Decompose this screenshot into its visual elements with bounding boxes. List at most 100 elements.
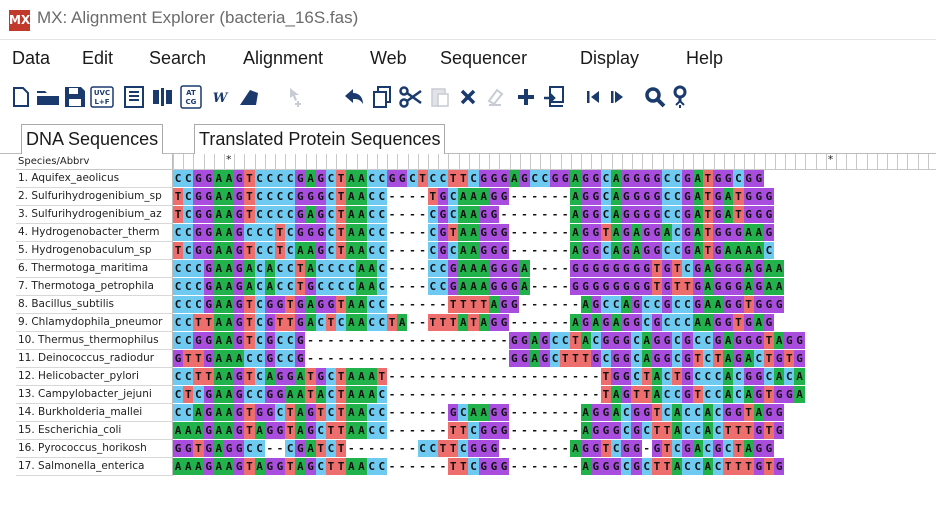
base-cell[interactable]: T [183, 386, 194, 403]
base-cell[interactable]: G [397, 170, 408, 187]
base-cell[interactable]: A [366, 260, 377, 277]
base-cell[interactable]: G [743, 206, 754, 223]
base-cell[interactable]: - [519, 314, 530, 331]
base-cell[interactable]: - [549, 242, 561, 259]
base-cell[interactable]: A [193, 422, 204, 439]
base-cell[interactable]: - [529, 206, 540, 223]
base-cell[interactable]: A [305, 170, 316, 187]
base-cell[interactable]: C [692, 404, 703, 421]
base-cell[interactable]: G [763, 404, 775, 421]
base-cell[interactable]: - [529, 224, 540, 241]
base-cell[interactable]: A [743, 350, 754, 367]
species-name[interactable]: 8. Bacillus_subtilis [16, 296, 173, 314]
species-name[interactable]: 3. Sulfurihydrogenibium_az [16, 206, 173, 224]
base-cell[interactable]: - [437, 422, 449, 439]
base-cell[interactable]: G [631, 422, 642, 439]
base-cell[interactable]: A [223, 368, 235, 385]
base-cell[interactable]: - [427, 404, 438, 421]
base-cell[interactable]: G [488, 440, 499, 457]
base-cell[interactable]: C [274, 188, 286, 205]
base-cell[interactable]: - [437, 332, 449, 349]
new-file-icon[interactable] [8, 84, 34, 110]
base-cell[interactable]: G [590, 440, 601, 457]
base-cell[interactable]: T [336, 188, 347, 205]
base-cell[interactable]: T [743, 404, 754, 421]
base-cell[interactable]: C [366, 422, 377, 439]
base-cell[interactable]: G [315, 224, 326, 241]
base-cell[interactable]: G [774, 422, 785, 439]
base-cell[interactable]: C [285, 440, 296, 457]
base-cell[interactable]: A [702, 278, 713, 295]
base-cell[interactable]: C [285, 332, 296, 349]
base-cell[interactable]: C [193, 386, 204, 403]
base-cell[interactable]: - [386, 422, 398, 439]
base-cell[interactable]: G [682, 386, 693, 403]
base-cell[interactable]: C [376, 278, 387, 295]
base-cell[interactable]: C [254, 314, 265, 331]
base-cell[interactable]: G [488, 458, 499, 475]
base-cell[interactable]: C [285, 242, 296, 259]
base-cell[interactable]: G [753, 188, 764, 205]
base-cell[interactable]: T [723, 422, 734, 439]
base-cell[interactable]: - [539, 386, 550, 403]
base-cell[interactable]: A [346, 296, 357, 313]
base-cell[interactable]: T [580, 350, 591, 367]
base-cell[interactable]: T [672, 368, 683, 385]
base-cell[interactable]: G [478, 206, 489, 223]
base-cell[interactable]: G [712, 242, 724, 259]
sequence-row[interactable]: CCGGAAGCCCTCGGGCTAACC----CGTAAGGG------A… [173, 224, 936, 242]
base-cell[interactable]: C [468, 170, 479, 187]
base-cell[interactable]: C [376, 314, 387, 331]
base-cell[interactable]: T [702, 188, 713, 205]
base-cell[interactable]: G [295, 296, 306, 313]
base-cell[interactable]: - [560, 458, 571, 475]
base-cell[interactable]: G [437, 224, 449, 241]
base-cell[interactable]: G [173, 440, 184, 457]
base-cell[interactable]: T [672, 278, 683, 295]
base-cell[interactable]: G [651, 350, 662, 367]
menu-data[interactable]: Data [12, 48, 50, 69]
base-cell[interactable]: G [600, 422, 612, 439]
base-cell[interactable]: G [611, 422, 622, 439]
base-cell[interactable]: G [580, 188, 591, 205]
base-cell[interactable]: - [417, 332, 428, 349]
base-cell[interactable]: G [264, 350, 275, 367]
base-cell[interactable]: A [702, 296, 713, 313]
base-cell[interactable]: A [356, 278, 367, 295]
base-cell[interactable]: T [651, 404, 662, 421]
base-cell[interactable]: - [539, 404, 550, 421]
base-cell[interactable]: C [366, 404, 377, 421]
base-cell[interactable]: G [264, 458, 275, 475]
base-cell[interactable]: A [692, 188, 703, 205]
base-cell[interactable]: A [723, 242, 734, 259]
base-cell[interactable]: C [173, 170, 184, 187]
base-cell[interactable]: C [611, 440, 622, 457]
base-cell[interactable]: A [611, 170, 622, 187]
base-cell[interactable]: G [305, 422, 316, 439]
base-cell[interactable]: C [325, 278, 336, 295]
base-cell[interactable]: G [611, 260, 622, 277]
base-cell[interactable]: - [478, 350, 489, 367]
base-cell[interactable]: G [794, 350, 805, 367]
base-cell[interactable]: C [285, 224, 296, 241]
base-cell[interactable]: G [193, 188, 204, 205]
base-cell[interactable]: G [295, 188, 306, 205]
base-cell[interactable]: T [763, 332, 775, 349]
base-cell[interactable]: - [488, 332, 499, 349]
species-name[interactable]: 14. Burkholderia_mallei [16, 404, 173, 422]
base-cell[interactable]: - [560, 422, 571, 439]
base-cell[interactable]: G [651, 224, 662, 241]
base-cell[interactable]: G [203, 458, 214, 475]
base-cell[interactable]: G [651, 332, 662, 349]
base-cell[interactable]: - [356, 332, 367, 349]
base-cell[interactable]: T [468, 296, 479, 313]
base-cell[interactable]: C [274, 350, 286, 367]
base-cell[interactable]: C [733, 170, 744, 187]
base-cell[interactable]: G [448, 404, 459, 421]
base-cell[interactable]: T [641, 368, 652, 385]
base-cell[interactable]: G [631, 206, 642, 223]
base-cell[interactable]: T [682, 278, 693, 295]
base-cell[interactable]: T [336, 296, 347, 313]
base-cell[interactable]: C [631, 350, 642, 367]
base-cell[interactable]: C [712, 404, 724, 421]
